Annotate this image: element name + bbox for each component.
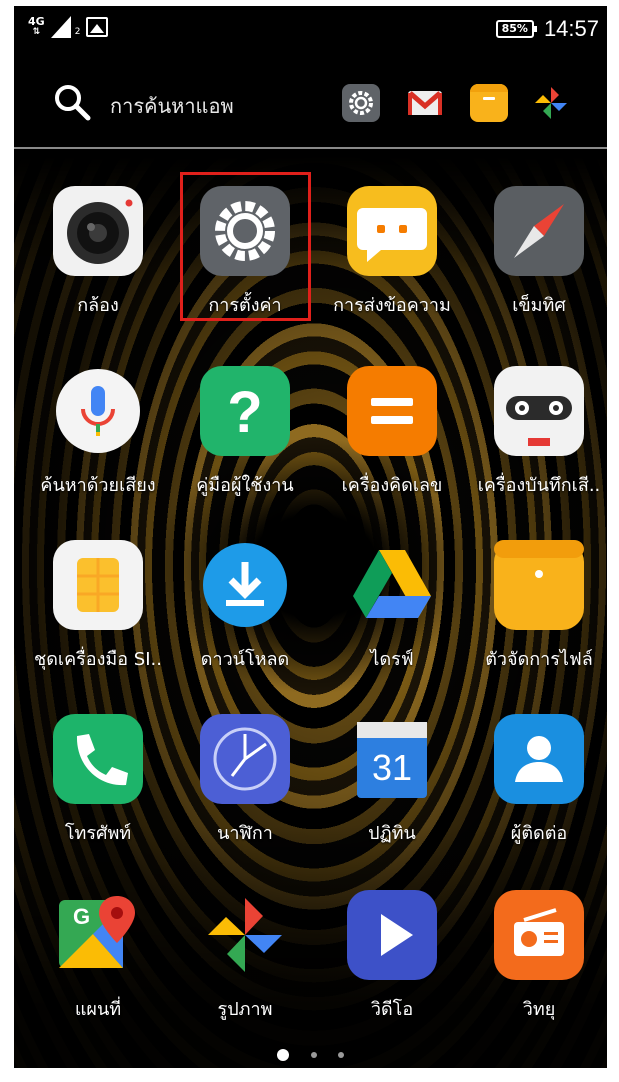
app-label[interactable]: การส่งข้อความ — [317, 290, 467, 319]
app-label[interactable]: นาฬิกา — [170, 818, 320, 847]
app-downloads[interactable]: ดาวน์โหลด — [170, 540, 320, 673]
signal-icon — [50, 16, 71, 38]
app-calendar[interactable]: 31 ปฏิทิน — [317, 714, 467, 847]
photos-icon[interactable] — [200, 890, 290, 980]
search-placeholder[interactable]: การค้นหาแอพ — [110, 90, 234, 122]
quick-file-manager-icon[interactable] — [470, 84, 508, 122]
quick-photos-icon[interactable] — [532, 84, 570, 122]
page-dot[interactable] — [310, 1051, 317, 1058]
file-manager-icon[interactable] — [494, 540, 584, 630]
radio-icon[interactable] — [494, 890, 584, 980]
gallery-notification-icon — [86, 17, 109, 37]
maps-icon[interactable]: G — [53, 890, 143, 980]
app-search-bar[interactable]: การค้นหาแอพ — [14, 74, 607, 144]
quick-gmail-icon[interactable] — [406, 84, 444, 122]
question-icon[interactable]: ? — [200, 366, 290, 456]
app-label[interactable]: วิทยุ — [464, 994, 607, 1023]
app-sim-toolkit[interactable]: ชุดเครื่องมือ SI.. — [23, 540, 173, 673]
network-arrows: ⇅ — [32, 27, 41, 37]
app-voice-search[interactable]: ค้นหาด้วยเสียง — [23, 366, 173, 499]
app-file-manager[interactable]: ตัวจัดการไฟล์ — [464, 540, 607, 673]
page-indicator[interactable] — [14, 1044, 607, 1063]
download-icon[interactable] — [200, 540, 290, 630]
app-label[interactable]: กล้อง — [23, 290, 173, 319]
page-dot-active[interactable] — [277, 1048, 290, 1061]
app-recorder[interactable]: เครื่องบันทึกเสี.. — [464, 366, 607, 499]
app-messaging[interactable]: การส่งข้อความ — [317, 186, 467, 319]
network-indicator: 4G ⇅ — [28, 16, 45, 37]
app-video[interactable]: วิดีโอ — [317, 890, 467, 1023]
svg-text:?: ? — [227, 380, 262, 445]
svg-text:G: G — [73, 904, 90, 929]
phone-icon[interactable] — [53, 714, 143, 804]
calendar-day: 31 — [372, 747, 412, 788]
status-clock: 14:57 — [543, 16, 599, 41]
app-label[interactable]: เข็มทิศ — [464, 290, 607, 319]
app-label[interactable]: โทรศัพท์ — [23, 818, 173, 847]
sim-icon[interactable] — [53, 540, 143, 630]
page-dot[interactable] — [337, 1051, 344, 1058]
calculator-icon[interactable] — [347, 366, 437, 456]
app-photos[interactable]: รูปภาพ — [170, 890, 320, 1023]
app-label[interactable]: ไดรฟ์ — [317, 644, 467, 673]
camera-icon[interactable] — [53, 186, 143, 276]
app-drive[interactable]: ไดรฟ์ — [317, 540, 467, 673]
compass-icon[interactable] — [494, 186, 584, 276]
app-label[interactable]: คู่มือผู้ใช้งาน — [170, 470, 320, 499]
app-maps[interactable]: G แผนที่ — [23, 890, 173, 1023]
app-label[interactable]: แผนที่ — [23, 994, 173, 1023]
drive-icon[interactable] — [347, 540, 437, 630]
app-label[interactable]: ผู้ติดต่อ — [464, 818, 607, 847]
app-contacts[interactable]: ผู้ติดต่อ — [464, 714, 607, 847]
sim-number: 2 — [74, 27, 81, 37]
app-compass[interactable]: เข็มทิศ — [464, 186, 607, 319]
app-camera[interactable]: กล้อง — [23, 186, 173, 319]
app-calculator[interactable]: เครื่องคิดเลข — [317, 366, 467, 499]
app-label[interactable]: วิดีโอ — [317, 994, 467, 1023]
recorder-icon[interactable] — [494, 366, 584, 456]
quick-settings-gear-icon[interactable] — [342, 84, 380, 122]
app-clock[interactable]: นาฬิกา — [170, 714, 320, 847]
search-divider — [14, 147, 607, 149]
app-label[interactable]: ชุดเครื่องมือ SI.. — [23, 644, 173, 673]
video-icon[interactable] — [347, 890, 437, 980]
app-radio[interactable]: วิทยุ — [464, 890, 607, 1023]
microphone-icon[interactable] — [53, 366, 143, 456]
status-bar: 4G ⇅ 2 85% 14:57 — [14, 6, 607, 52]
messaging-icon[interactable] — [347, 186, 437, 276]
app-phone[interactable]: โทรศัพท์ — [23, 714, 173, 847]
search-icon[interactable] — [52, 82, 92, 122]
app-label[interactable]: ดาวน์โหลด — [170, 644, 320, 673]
app-user-guide[interactable]: ? คู่มือผู้ใช้งาน — [170, 366, 320, 499]
app-label[interactable]: เครื่องบันทึกเสี.. — [464, 470, 607, 499]
app-label[interactable]: ปฏิทิน — [317, 818, 467, 847]
app-label[interactable]: เครื่องคิดเลข — [317, 470, 467, 499]
app-label[interactable]: รูปภาพ — [170, 994, 320, 1023]
battery-indicator: 85% — [495, 20, 538, 38]
contacts-icon[interactable] — [494, 714, 584, 804]
calendar-icon[interactable]: 31 — [347, 714, 437, 804]
clock-icon[interactable] — [200, 714, 290, 804]
app-label[interactable]: ตัวจัดการไฟล์ — [464, 644, 607, 673]
home-screen: 4G ⇅ 2 85% 14:57 การค้นหาแอพ กล้อง การตั… — [14, 6, 607, 1068]
settings-highlight-box — [180, 172, 311, 321]
app-label[interactable]: ค้นหาด้วยเสียง — [23, 470, 173, 499]
